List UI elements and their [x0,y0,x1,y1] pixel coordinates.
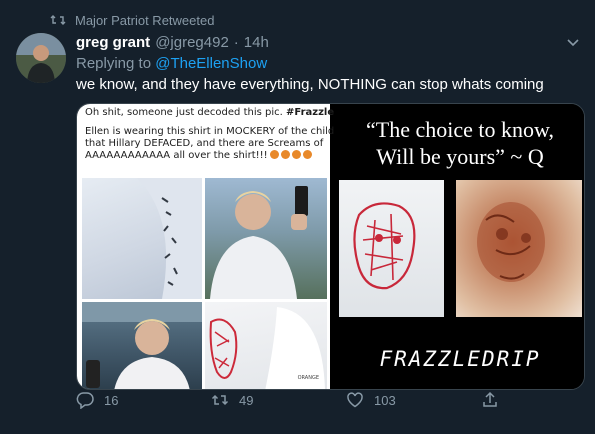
retweeted-by-label: Major Patriot Retweeted [75,12,215,28]
replying-to-line: Replying to @TheEllenShow [76,55,267,72]
q-quote-line-1: “The choice to know, [366,117,554,142]
emoji-icon [302,150,312,159]
retweet-icon [211,394,229,406]
avatar[interactable] [16,33,66,83]
retweet-icon [50,12,66,28]
media-image-right[interactable]: “The choice to know, Will be yours” ~ Q … [334,104,584,389]
reply-mention-link[interactable]: @TheEllenShow [155,55,267,72]
meme-body-line: Ellen is wearing this shirt in MOCKERY o… [85,126,335,137]
heart-icon [347,392,363,408]
meme-caption: Oh shit, someone just decoded this pic. … [85,107,357,118]
author-name[interactable]: greg grant [76,34,150,51]
emoji-icon [280,150,290,159]
photo-shirt-sleeve [82,178,202,299]
q-quote-line-2: Will be yours” ~ Q [376,144,544,169]
frazzledrip-title: FRAZZLEDRIP [379,347,541,371]
emoji-icon [291,150,301,159]
replying-to-label: Replying to [76,55,152,72]
photo-person-phone [205,178,327,299]
reply-button[interactable]: 16 [76,391,118,409]
share-icon [483,391,497,407]
shirt-print-text: ORANGE [297,375,319,381]
tweet-header: greg grant @jgreg492 · 14h [76,34,555,51]
chevron-down-icon[interactable] [565,34,581,50]
like-button[interactable]: 103 [346,391,396,409]
meta-separator: · [233,34,239,51]
retweet-button[interactable]: 49 [211,391,253,409]
tweet-text: we know, and they have everything, NOTHI… [76,76,544,93]
like-count: 103 [374,392,396,408]
photo-closeup [456,180,582,317]
tweet-timestamp[interactable]: 14h [244,34,269,51]
photo-person-selfie [82,302,202,389]
retweet-count: 49 [239,392,254,408]
retweet-context[interactable]: Major Patriot Retweeted [50,12,214,28]
media-image-left[interactable]: Oh shit, someone just decoded this pic. … [77,104,357,389]
photo-shirt-print: ORANGE [205,302,327,389]
share-button[interactable] [481,391,499,409]
meme-body-line-text: AAAAAAAAAAAA all over the shirt!!! [85,150,268,161]
meme-caption-text: Oh shit, someone just decoded this pic. [85,107,283,118]
photo-drawing [339,180,444,317]
meme-body-line-with-emoji: AAAAAAAAAAAA all over the shirt!!! [85,150,325,162]
meme-body: Ellen is wearing this shirt in MOCKERY o… [85,126,335,162]
author-handle[interactable]: @jgreg492 [155,34,229,51]
reply-icon [76,392,94,409]
tweet-media[interactable]: Oh shit, someone just decoded this pic. … [76,103,585,390]
reply-count: 16 [104,392,119,408]
q-quote: “The choice to know, Will be yours” ~ Q [334,116,584,170]
emoji-icon [269,150,279,159]
meme-body-line: that Hillary DEFACED, and there are Scre… [85,138,324,149]
